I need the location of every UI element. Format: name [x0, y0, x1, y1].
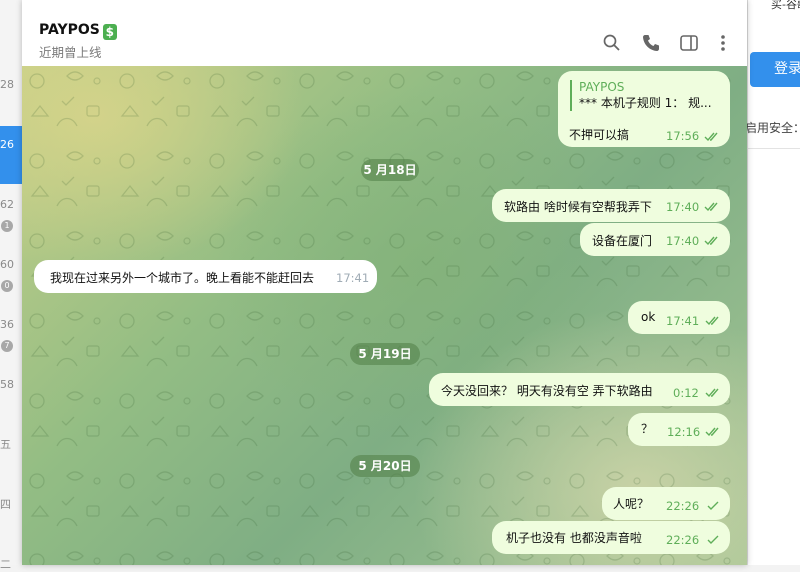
unread-badge: 7	[1, 340, 13, 352]
message-bubble-outgoing[interactable]: 软路由 啥时候有空帮我弄下 17:40	[492, 189, 730, 222]
reply-text: *** 本机子规则 1： 规...	[579, 96, 712, 110]
message-time: 17:40	[666, 200, 700, 214]
message-time: 0:12	[673, 386, 699, 400]
phone-icon[interactable]	[641, 33, 661, 53]
single-check-icon	[707, 535, 719, 544]
background-tab-title: 买-谷歌...	[771, 0, 800, 11]
divider	[748, 148, 800, 149]
chat-list-edge: 28 26 62 1 60 0 36 7 58 五 四 二	[0, 0, 23, 571]
date-separator: 5 月20日	[350, 455, 420, 477]
double-check-icon	[705, 316, 719, 326]
double-check-icon	[704, 236, 718, 246]
chat-list-time: 36	[0, 318, 14, 331]
chat-list-time: 28	[0, 78, 14, 91]
reply-preview[interactable]: PAYPOS *** 本机子规则 1： 规...	[570, 80, 712, 111]
message-text: 我现在过来另外一个城市了。晚上看能不能赶回去	[50, 271, 315, 285]
unread-badge: 0	[1, 280, 13, 292]
chat-title-text: PAYPOS	[39, 22, 100, 38]
unread-badge: 1	[1, 220, 13, 232]
message-bubble-outgoing[interactable]: 机子也没有 也都没声音啦 22:26	[492, 521, 730, 554]
message-bubble-outgoing[interactable]: ok 17:41	[628, 301, 730, 334]
chat-list-time: 26	[0, 138, 14, 151]
chat-list-time: 60	[0, 258, 14, 271]
message-bubble-outgoing[interactable]: ？ 12:16	[628, 413, 730, 446]
double-check-icon	[705, 427, 719, 437]
date-separator: 5 月19日	[350, 343, 420, 365]
message-bubble-outgoing[interactable]: 设备在厦门 17:40	[580, 223, 730, 256]
message-time: 17:40	[666, 234, 700, 248]
single-check-icon	[707, 501, 719, 510]
message-area[interactable]: PAYPOS *** 本机子规则 1： 规... 不押可以搞 17:56 5 月…	[22, 66, 747, 565]
reply-author: PAYPOS	[579, 80, 625, 94]
dollar-emoji-icon: $	[102, 24, 117, 40]
double-check-icon	[704, 132, 718, 142]
message-time: 22:26	[666, 533, 700, 547]
message-time: 17:41	[666, 314, 700, 328]
chat-list-day: 五	[0, 438, 11, 451]
chat-list-time: 62	[0, 198, 14, 211]
login-button[interactable]: 登录	[750, 52, 800, 87]
message-text: 人呢？	[613, 497, 650, 511]
chat-window: PAYPOS $ 近期曾上线 PAYPOS *** 本机子规则 1： 规... …	[22, 0, 747, 565]
message-text: 软路由 啥时候有空帮我弄下	[504, 200, 652, 214]
message-time: 22:26	[666, 499, 700, 513]
message-bubble-incoming[interactable]: 我现在过来另外一个城市了。晚上看能不能赶回去 17:41	[34, 260, 377, 293]
chat-list-day: 二	[0, 558, 11, 571]
chat-list-time: 58	[0, 378, 14, 391]
search-icon[interactable]	[602, 33, 622, 53]
chat-header[interactable]: PAYPOS $ 近期曾上线	[22, 12, 747, 66]
message-text: 设备在厦门	[592, 234, 653, 248]
date-separator: 5 月18日	[361, 159, 419, 181]
chat-list-selected-item[interactable]	[0, 126, 22, 184]
message-time: 17:56	[666, 129, 700, 143]
message-bubble-outgoing[interactable]: 人呢？ 22:26	[602, 487, 730, 520]
message-text: 机子也没有 也都没声音啦	[506, 531, 642, 545]
message-time: 17:41	[336, 271, 370, 285]
more-menu-icon[interactable]	[713, 33, 733, 53]
message-bubble-outgoing[interactable]: PAYPOS *** 本机子规则 1： 规... 不押可以搞 17:56	[558, 71, 730, 147]
sidebar-toggle-icon[interactable]	[679, 33, 699, 53]
message-bubble-outgoing[interactable]: 今天没回来？ 明天有没有空 弄下软路由 0:12	[429, 373, 730, 406]
message-time: 12:16	[667, 425, 701, 439]
chat-list-day: 四	[0, 498, 11, 511]
message-text: ok	[641, 310, 656, 324]
double-check-icon	[704, 202, 718, 212]
chat-title: PAYPOS $	[39, 22, 117, 40]
double-check-icon	[705, 388, 719, 398]
message-text: ？	[641, 422, 654, 436]
message-text: 今天没回来？ 明天有没有空 弄下软路由	[441, 384, 653, 398]
security-text: 启用安全：	[745, 121, 800, 135]
chat-status: 近期曾上线	[39, 45, 102, 60]
message-text: 不押可以搞	[569, 128, 630, 142]
